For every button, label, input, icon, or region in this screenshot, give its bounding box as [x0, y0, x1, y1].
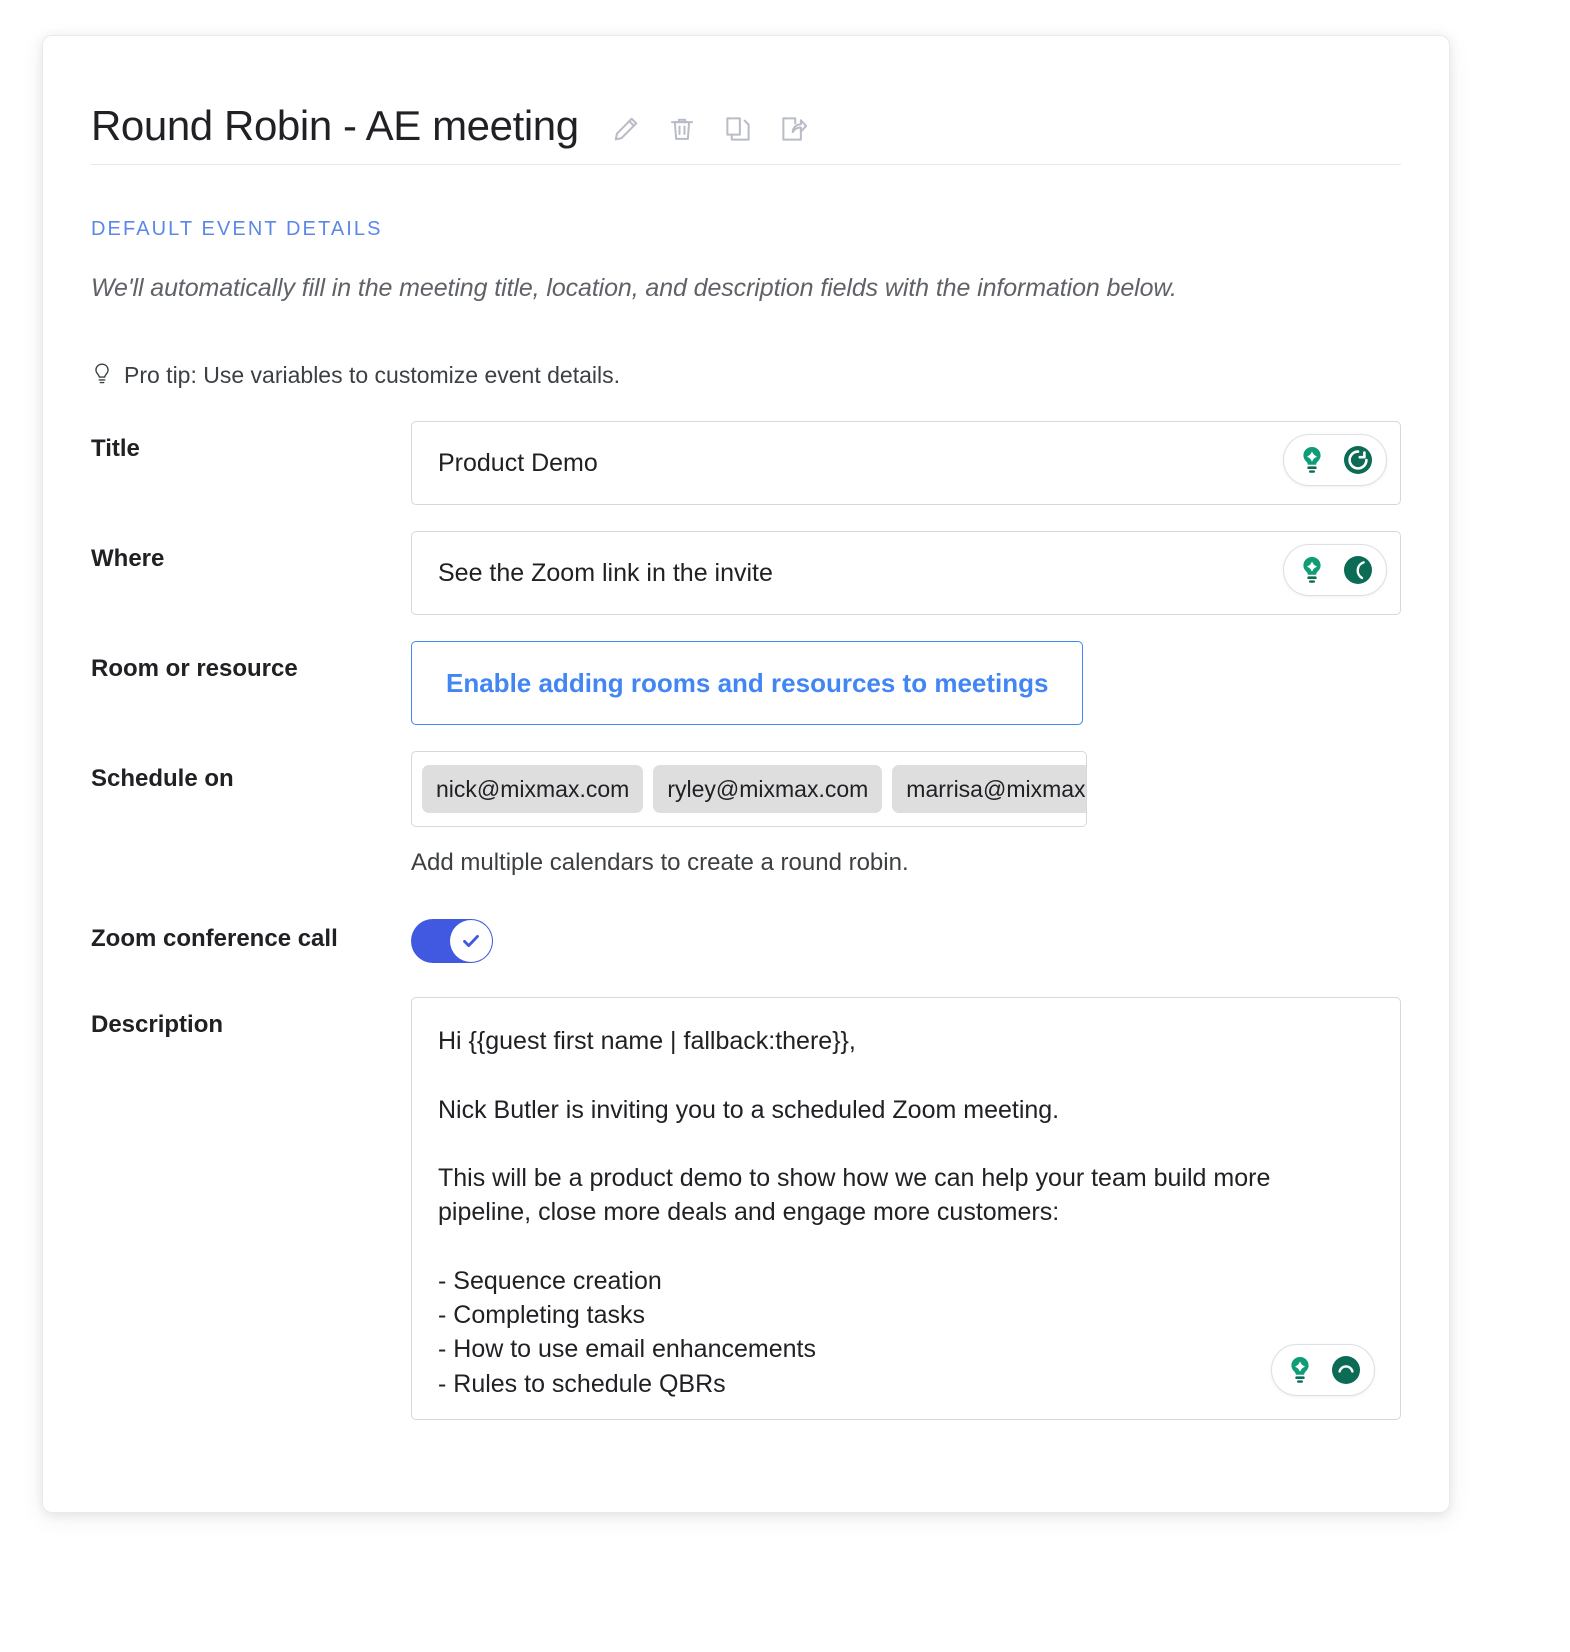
page-title: Round Robin - AE meeting	[91, 102, 579, 149]
description-field-wrap: Hi {{guest first name | fallback:there}}…	[411, 997, 1401, 1420]
form-row-where: Where See the Zoom link in the invite	[91, 531, 1401, 615]
where-variable-tools	[1283, 544, 1387, 596]
where-input[interactable]: See the Zoom link in the invite	[411, 531, 1401, 615]
title-field-wrap: Product Demo	[411, 421, 1401, 505]
arc-circle-icon[interactable]	[1325, 1349, 1367, 1391]
title-label: Title	[91, 435, 140, 462]
lightbulb-filled-icon[interactable]	[1291, 439, 1333, 481]
duplicate-icon[interactable]	[723, 114, 753, 144]
form-row-zoom-call: Zoom conference call	[91, 911, 1401, 963]
calendar-chip[interactable]: ryley@mixmax.com	[653, 765, 883, 813]
card-header: Round Robin - AE meeting	[91, 76, 1401, 176]
description-textarea[interactable]: Hi {{guest first name | fallback:there}}…	[411, 997, 1401, 1420]
pro-tip: Pro tip: Use variables to customize even…	[91, 361, 620, 389]
schedule-on-helper-text: Add multiple calendars to create a round…	[411, 849, 909, 876]
description-label: Description	[91, 1011, 224, 1038]
toggle-knob	[450, 920, 492, 962]
event-details-form: Title Product Demo Where See the Zoom li…	[91, 421, 1401, 1420]
crescent-circle-icon[interactable]	[1337, 549, 1379, 591]
where-field-wrap: See the Zoom link in the invite	[411, 531, 1401, 615]
title-value: Product Demo	[438, 448, 598, 477]
header-actions	[611, 108, 809, 144]
trash-icon[interactable]	[667, 114, 697, 144]
section-description: We'll automatically fill in the meeting …	[91, 274, 1177, 302]
enable-rooms-button[interactable]: Enable adding rooms and resources to mee…	[411, 641, 1084, 725]
lightbulb-icon	[91, 361, 113, 389]
schedule-on-field-wrap: nick@mixmax.com ryley@mixmax.com marrisa…	[411, 751, 1401, 877]
lightbulb-filled-icon[interactable]	[1291, 549, 1333, 591]
description-variable-tools	[1271, 1343, 1375, 1396]
where-value: See the Zoom link in the invite	[438, 558, 773, 587]
form-row-title: Title Product Demo	[91, 421, 1401, 505]
app-page: Round Robin - AE meeting DEFAULT EVENT D…	[0, 0, 1570, 1652]
title-variable-tools	[1283, 434, 1387, 486]
section-heading: DEFAULT EVENT DETAILS	[91, 218, 383, 240]
where-label: Where	[91, 545, 165, 572]
calendar-chip[interactable]: nick@mixmax.com	[422, 765, 644, 813]
room-field-wrap: Enable adding rooms and resources to mee…	[411, 641, 1401, 725]
schedule-on-label: Schedule on	[91, 765, 234, 792]
form-row-description: Description Hi {{guest first name | fall…	[91, 997, 1401, 1420]
form-row-schedule-on: Schedule on nick@mixmax.com ryley@mixmax…	[91, 751, 1401, 877]
room-label: Room or resource	[91, 655, 298, 682]
header-divider	[91, 164, 1401, 165]
calendar-chips-input[interactable]: nick@mixmax.com ryley@mixmax.com marrisa…	[411, 751, 1087, 827]
zoom-conference-toggle[interactable]	[411, 919, 493, 963]
refresh-circle-icon[interactable]	[1337, 439, 1379, 481]
lightbulb-filled-icon[interactable]	[1279, 1349, 1321, 1391]
edit-pencil-icon[interactable]	[611, 114, 641, 144]
form-row-room: Room or resource Enable adding rooms and…	[91, 641, 1401, 725]
share-icon[interactable]	[779, 114, 809, 144]
zoom-call-field-wrap	[411, 911, 1401, 963]
event-details-card: Round Robin - AE meeting DEFAULT EVENT D…	[42, 35, 1450, 1513]
zoom-call-label: Zoom conference call	[91, 925, 338, 952]
calendar-chip[interactable]: marrisa@mixmax.c	[892, 765, 1086, 813]
pro-tip-text: Pro tip: Use variables to customize even…	[124, 361, 621, 388]
title-input[interactable]: Product Demo	[411, 421, 1401, 505]
